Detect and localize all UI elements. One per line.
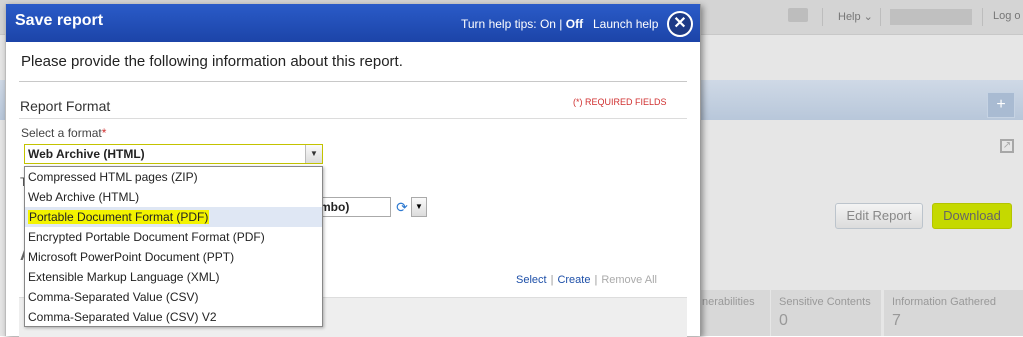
template-select[interactable]: mbo) xyxy=(311,197,391,217)
dialog-header: Save report Turn help tips: On | Off Lau… xyxy=(6,4,700,42)
stat-card-sensitive-contents: Sensitive Contents 0 xyxy=(771,290,882,336)
save-report-dialog: Save report Turn help tips: On | Off Lau… xyxy=(5,4,701,337)
help-tips-toggle: Turn help tips: On | Off xyxy=(461,17,584,31)
divider xyxy=(880,8,881,26)
format-option[interactable]: Encrypted Portable Document Format (PDF) xyxy=(25,227,322,247)
stat-card-vulnerabilities: nerabilities xyxy=(700,290,771,336)
mail-icon[interactable] xyxy=(788,8,808,22)
format-select[interactable]: Web Archive (HTML) ▼ xyxy=(24,144,323,164)
divider xyxy=(982,8,983,26)
user-name xyxy=(890,9,972,25)
divider xyxy=(822,8,823,26)
download-button[interactable]: Download xyxy=(932,203,1012,229)
format-option[interactable]: Web Archive (HTML) xyxy=(25,187,322,207)
divider xyxy=(19,81,687,82)
expand-icon[interactable]: ↗ xyxy=(1000,139,1014,153)
format-label: Select a format* xyxy=(21,126,107,140)
close-icon[interactable]: ✕ xyxy=(667,11,693,37)
chevron-down-icon[interactable]: ▼ xyxy=(411,197,427,217)
add-button[interactable]: + xyxy=(987,92,1015,118)
chevron-down-icon[interactable]: ▼ xyxy=(305,145,322,163)
dialog-title: Save report xyxy=(15,12,104,29)
asset-links: Select | Create | Remove All xyxy=(516,274,657,286)
select-link[interactable]: Select xyxy=(516,274,547,286)
refresh-icon[interactable]: ⟳ xyxy=(393,197,411,217)
logout-link[interactable]: Log o xyxy=(993,10,1021,22)
help-tips-on[interactable]: On xyxy=(540,17,556,31)
format-option[interactable]: Comma-Separated Value (CSV) xyxy=(25,287,322,307)
help-menu[interactable]: Help ⌄ xyxy=(838,10,873,23)
section-title-report-format: Report Format xyxy=(20,98,111,114)
stat-card-information-gathered: Information Gathered 7 xyxy=(884,290,1023,336)
required-fields-note: (*) REQUIRED FIELDS xyxy=(573,97,667,107)
remove-all-link[interactable]: Remove All xyxy=(601,274,657,286)
format-select-value: Web Archive (HTML) xyxy=(28,147,145,161)
edit-report-button[interactable]: Edit Report xyxy=(835,203,923,229)
format-option-highlighted[interactable]: Portable Document Format (PDF) xyxy=(25,207,322,227)
format-option[interactable]: Microsoft PowerPoint Document (PPT) xyxy=(25,247,322,267)
format-option[interactable]: Comma-Separated Value (CSV) V2 xyxy=(25,307,322,327)
create-link[interactable]: Create xyxy=(557,274,590,286)
dialog-intro: Please provide the following information… xyxy=(21,53,403,70)
divider xyxy=(19,118,687,119)
launch-help-link[interactable]: Launch help xyxy=(593,17,658,31)
format-option[interactable]: Extensible Markup Language (XML) xyxy=(25,267,322,287)
format-dropdown-list: Compressed HTML pages (ZIP) Web Archive … xyxy=(24,166,323,327)
help-tips-off[interactable]: Off xyxy=(566,17,583,31)
format-option[interactable]: Compressed HTML pages (ZIP) xyxy=(25,167,322,187)
required-star: * xyxy=(101,126,107,140)
